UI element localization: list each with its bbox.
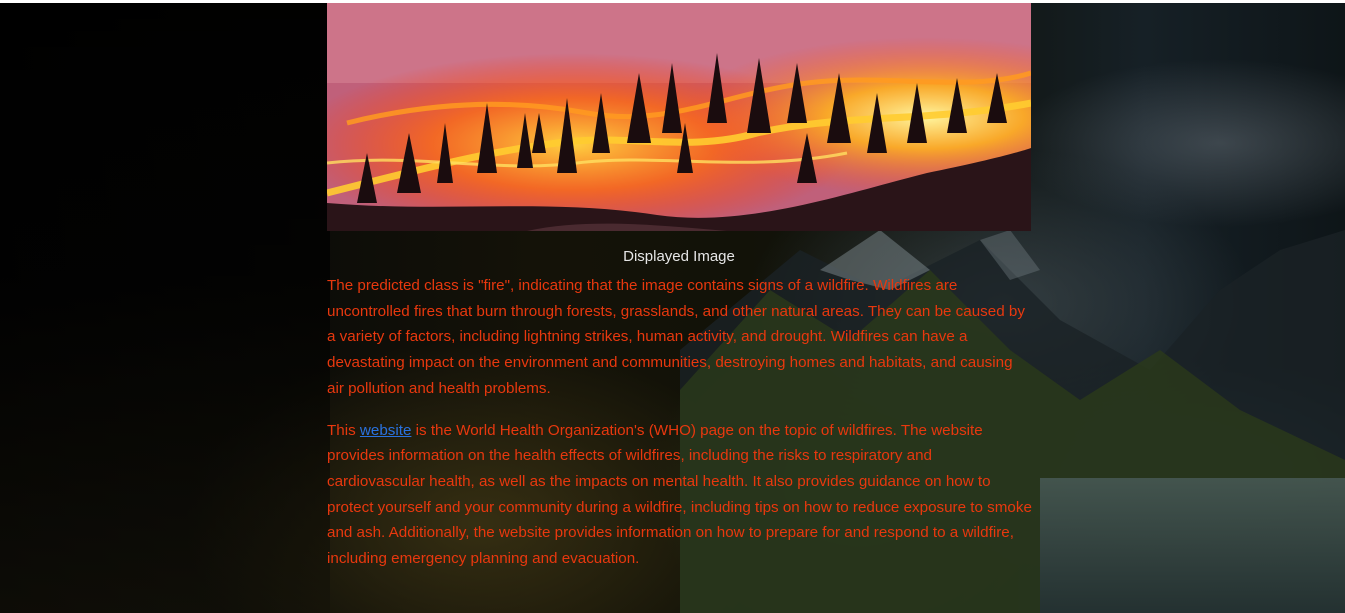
background-shadow [0,3,330,613]
wildfire-photo [327,3,1031,231]
wildfire-illustration [327,3,1031,231]
resource-description: is the World Health Organization's (WHO)… [327,421,1032,568]
image-caption: Displayed Image [623,248,735,265]
prediction-paragraph: The predicted class is "fire", indicatin… [327,277,1025,397]
description-content: The predicted class is "fire", indicatin… [327,273,1033,588]
lake [1040,478,1345,613]
page: Displayed Image The predicted class is "… [0,0,1345,613]
resource-prefix: This [327,421,360,439]
website-link[interactable]: website [360,422,412,439]
resource-paragraph: This website is the World Health Organiz… [327,418,1033,572]
